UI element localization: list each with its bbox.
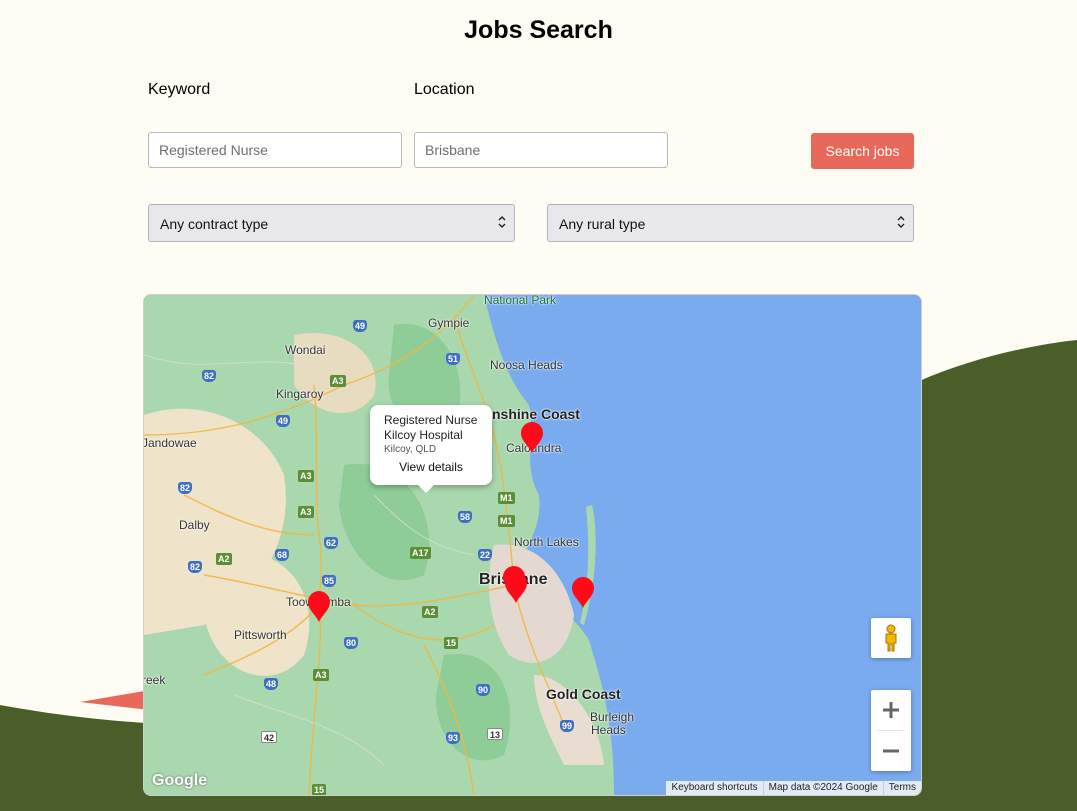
- road-shield: M1: [498, 492, 515, 504]
- road-shield: 90: [476, 684, 491, 696]
- road-shield: 99: [560, 720, 575, 732]
- chevron-updown-icon: [498, 216, 506, 228]
- map-label-dalby: Dalby: [179, 518, 210, 532]
- road-shield: 68: [275, 549, 290, 561]
- road-shield: A3: [298, 506, 314, 518]
- contract-type-select[interactable]: Any contract type: [148, 204, 515, 242]
- road-shield: 85: [322, 575, 337, 587]
- road-shield: 58: [458, 511, 473, 523]
- road-shield: 51: [446, 353, 461, 365]
- info-employer: Kilcoy Hospital: [384, 428, 463, 442]
- map-label-gympie: Gympie: [428, 316, 470, 330]
- road-shield: 13: [487, 728, 504, 740]
- map-label-noosa: Noosa Heads: [490, 358, 563, 372]
- zoom-in-button[interactable]: [871, 690, 911, 730]
- road-shield: 82: [188, 561, 203, 573]
- map-label-sunshine-coast: nshine Coast: [492, 406, 580, 422]
- info-job-title: Registered Nurse: [384, 413, 478, 427]
- map-label-wondai: Wondai: [285, 343, 326, 357]
- chevron-updown-icon: [897, 216, 905, 228]
- keyword-label: Keyword: [148, 81, 211, 98]
- map-label-heads: Heads: [591, 723, 626, 737]
- jobs-map[interactable]: National Park Gympie Noosa Heads Wondai …: [143, 294, 922, 796]
- rural-type-select[interactable]: Any rural type: [547, 204, 914, 242]
- info-location: Kilcoy, QLD: [384, 444, 437, 455]
- map-label-jandowae: Jandowae: [143, 436, 197, 450]
- map-pin-icon[interactable]: [571, 577, 595, 609]
- map-attribution: Keyboard shortcuts Map data ©2024 Google…: [666, 781, 921, 795]
- map-label-creek: reek: [143, 673, 166, 687]
- map-label-gold-coast: Gold Coast: [546, 686, 621, 702]
- road-shield: 62: [324, 537, 339, 549]
- street-view-button[interactable]: [871, 618, 911, 658]
- rural-type-value: Any rural type: [559, 216, 646, 232]
- road-shield: A2: [216, 553, 232, 565]
- map-pin-icon[interactable]: [307, 591, 331, 623]
- google-logo: Google: [152, 772, 208, 789]
- map-label-national-park: National Park: [484, 294, 557, 307]
- road-shield: 48: [264, 678, 279, 690]
- plus-icon: [883, 702, 899, 718]
- location-input[interactable]: [414, 132, 668, 168]
- road-shield: A17: [410, 547, 431, 559]
- map-label-burleigh: Burleigh: [590, 710, 635, 724]
- road-shield: A3: [298, 470, 314, 482]
- road-shield: 80: [344, 637, 359, 649]
- map-data-text: Map data ©2024 Google: [762, 781, 883, 795]
- keyword-input[interactable]: [148, 132, 402, 168]
- road-shield: A2: [422, 606, 438, 618]
- road-shield: 15: [312, 784, 327, 795]
- road-shield: 82: [202, 370, 217, 382]
- map-label-pittsworth: Pittsworth: [234, 628, 287, 642]
- zoom-control: [871, 690, 911, 771]
- pegman-icon: [885, 624, 897, 652]
- keyboard-shortcuts-link[interactable]: Keyboard shortcuts: [666, 781, 762, 795]
- road-shield: 42: [261, 731, 278, 743]
- road-shield: 49: [353, 320, 368, 332]
- map-label-kingaroy: Kingaroy: [276, 387, 324, 401]
- map-label-north-lakes: North Lakes: [514, 535, 579, 549]
- job-info-window: Registered Nurse Kilcoy Hospital Kilcoy,…: [370, 405, 492, 493]
- road-shield: 93: [446, 732, 461, 744]
- terms-link[interactable]: Terms: [882, 781, 921, 795]
- zoom-out-button[interactable]: [871, 731, 911, 771]
- road-shield: 15: [444, 637, 459, 649]
- contract-type-value: Any contract type: [160, 216, 269, 232]
- search-jobs-button[interactable]: Search jobs: [811, 133, 914, 169]
- map-pin-icon[interactable]: [504, 572, 528, 604]
- road-shield: 82: [178, 482, 193, 494]
- road-shield: A3: [313, 669, 329, 681]
- road-shield: 22: [478, 549, 493, 561]
- road-shield: M1: [498, 515, 515, 527]
- minus-icon: [883, 749, 899, 753]
- page-title: Jobs Search: [464, 16, 613, 44]
- location-label: Location: [414, 81, 475, 98]
- view-details-link[interactable]: View details: [384, 460, 478, 474]
- road-shield: 49: [276, 415, 291, 427]
- road-shield: A3: [330, 375, 346, 387]
- map-pin-icon[interactable]: [520, 422, 544, 454]
